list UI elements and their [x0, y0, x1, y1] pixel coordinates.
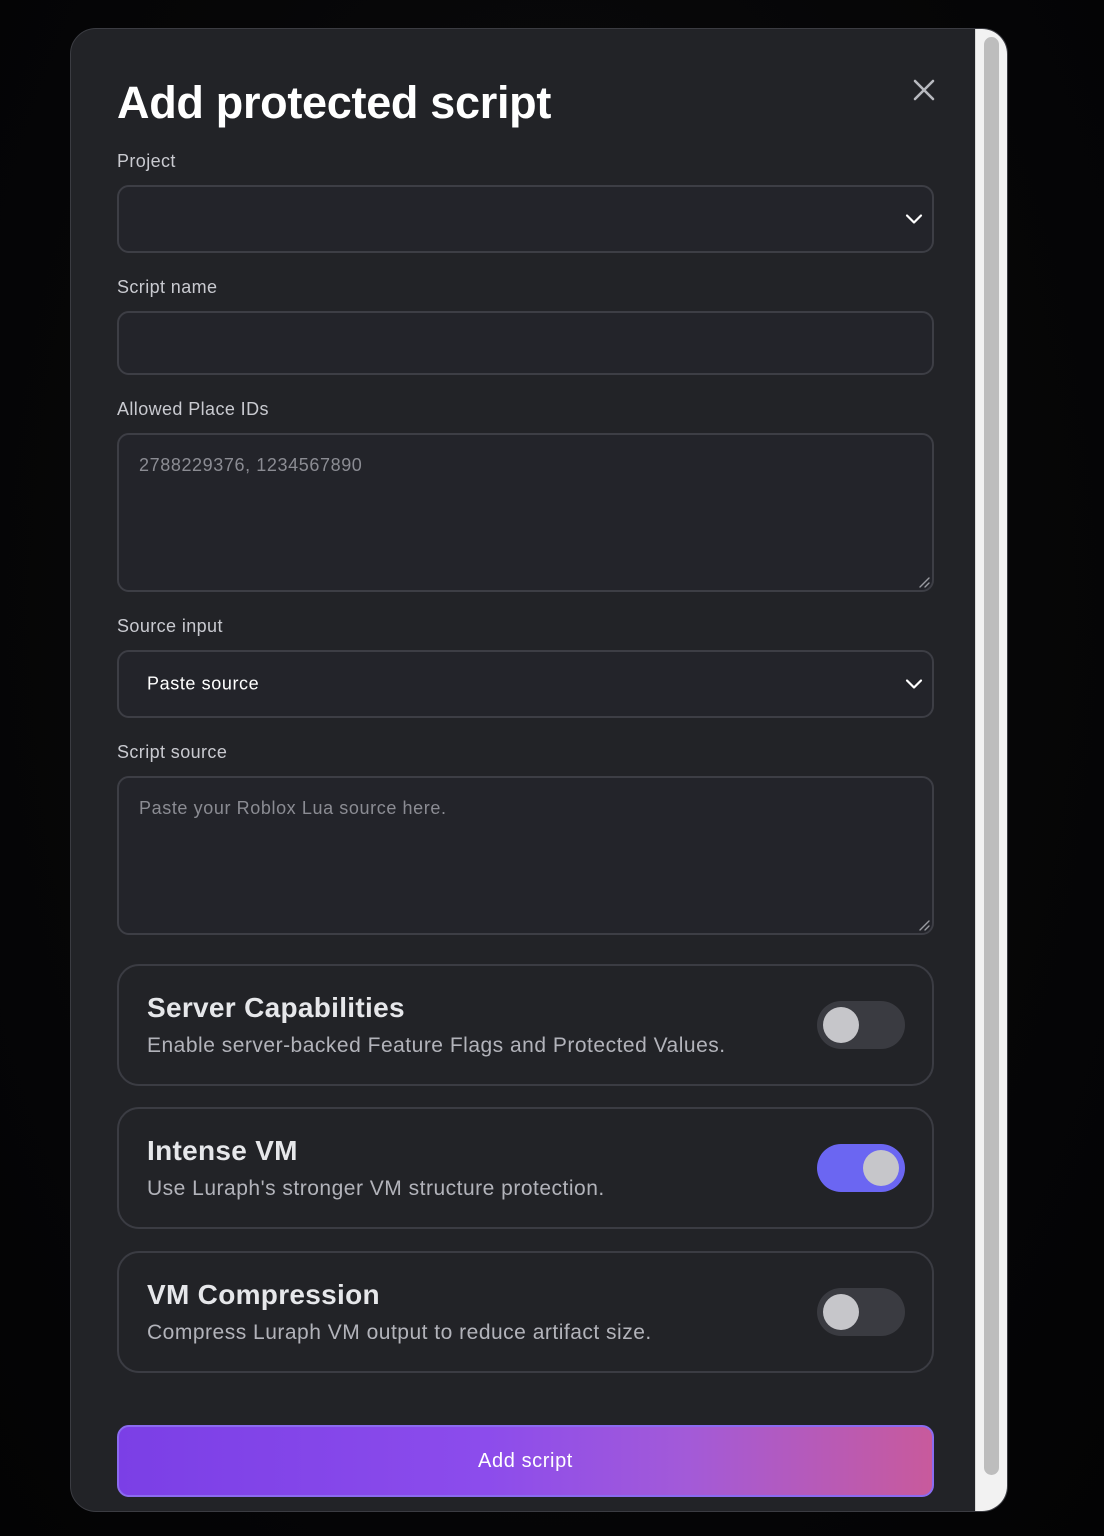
project-select[interactable] — [117, 185, 934, 253]
scrollbar-track[interactable] — [975, 29, 1007, 1511]
add-script-button[interactable]: Add script — [117, 1425, 934, 1497]
option-description: Compress Luraph VM output to reduce arti… — [147, 1321, 652, 1344]
modal-title: Add protected script — [117, 77, 552, 128]
resize-handle-icon[interactable] — [916, 917, 930, 931]
option-card-intense-vm: Intense VM Use Luraph's stronger VM stru… — [117, 1107, 934, 1229]
allowed-place-ids-textarea[interactable]: 2788229376, 1234567890 — [117, 433, 934, 592]
script-name-input[interactable] — [117, 311, 934, 375]
scrollbar-thumb[interactable] — [984, 37, 999, 1475]
toggle-knob — [823, 1294, 859, 1330]
source-input-value: Paste source — [147, 673, 260, 694]
source-input-label: Source input — [117, 616, 223, 636]
option-description: Enable server-backed Feature Flags and P… — [147, 1034, 726, 1057]
project-label: Project — [117, 151, 176, 171]
close-icon — [913, 79, 935, 101]
script-name-label: Script name — [117, 277, 218, 297]
allowed-place-ids-label: Allowed Place IDs — [117, 399, 269, 419]
option-description: Use Luraph's stronger VM structure prote… — [147, 1177, 605, 1200]
option-title: VM Compression — [147, 1279, 380, 1310]
allowed-place-ids-placeholder: 2788229376, 1234567890 — [139, 455, 363, 475]
toggle-knob — [863, 1150, 899, 1186]
script-source-label: Script source — [117, 742, 228, 762]
option-title: Server Capabilities — [147, 992, 405, 1023]
option-card-vm-compression: VM Compression Compress Luraph VM output… — [117, 1251, 934, 1373]
source-input-select[interactable]: Paste source — [117, 650, 934, 718]
chevron-down-icon — [905, 214, 923, 224]
intense-vm-toggle[interactable] — [817, 1144, 905, 1192]
chevron-down-icon — [905, 679, 923, 689]
server-capabilities-toggle[interactable] — [817, 1001, 905, 1049]
vm-compression-toggle[interactable] — [817, 1288, 905, 1336]
script-source-placeholder: Paste your Roblox Lua source here. — [139, 798, 447, 818]
toggle-knob — [823, 1007, 859, 1043]
close-button[interactable] — [907, 73, 941, 107]
script-source-textarea[interactable]: Paste your Roblox Lua source here. — [117, 776, 934, 935]
option-title: Intense VM — [147, 1135, 298, 1166]
add-script-modal: Add protected script Project Script name… — [70, 28, 1008, 1512]
option-card-server-capabilities: Server Capabilities Enable server-backed… — [117, 964, 934, 1086]
resize-handle-icon[interactable] — [916, 574, 930, 588]
